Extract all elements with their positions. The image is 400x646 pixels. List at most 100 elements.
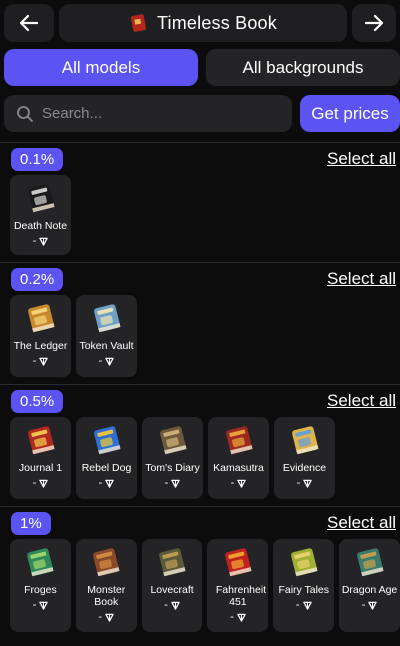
price-value: - (98, 355, 103, 367)
search-input[interactable]: Search... (4, 95, 292, 132)
model-name: Froges (24, 584, 57, 596)
price-value: - (32, 477, 37, 489)
rarity-sections: 0.1% Select all Death Note - 0.2% Select all T… (0, 142, 400, 639)
model-card[interactable]: Rebel Dog - (76, 417, 137, 499)
select-all-link[interactable]: Select all (327, 269, 396, 289)
price-value: - (32, 235, 37, 247)
collection-title-box: Timeless Book (59, 4, 347, 42)
model-price: - (296, 599, 312, 611)
book-model-icon (290, 548, 318, 577)
model-name: Tom's Diary (145, 462, 200, 474)
price-value: - (164, 477, 169, 489)
ton-currency-icon (302, 601, 312, 610)
back-button[interactable] (4, 4, 54, 42)
ton-currency-icon (39, 479, 49, 488)
top-bar: Timeless Book (4, 4, 396, 42)
book-model-icon (356, 548, 384, 577)
model-card[interactable]: Tom's Diary - (142, 417, 203, 499)
model-price: - (33, 477, 49, 489)
ton-currency-icon (171, 601, 180, 610)
arrow-right-icon (364, 14, 384, 32)
model-card[interactable]: Froges - (10, 539, 71, 632)
model-card[interactable]: Fahrenheit 451 - (207, 539, 269, 632)
model-price: - (33, 355, 49, 367)
select-all-link[interactable]: Select all (327, 391, 396, 411)
ton-currency-icon (105, 357, 115, 366)
page-title: Timeless Book (157, 12, 277, 33)
rarity-section: 0.5% Select all Journal 1- Rebel Dog - Tom's … (0, 384, 400, 506)
section-header: 0.5% Select all (0, 385, 400, 417)
model-card[interactable]: The Ledger - (10, 295, 71, 377)
ton-currency-icon (237, 613, 246, 622)
price-value: - (32, 355, 37, 367)
ton-currency-icon (303, 479, 313, 488)
book-model-icon (27, 548, 54, 577)
model-price: - (99, 355, 115, 367)
model-card[interactable]: Dragon Age - (339, 539, 400, 632)
rarity-badge: 0.2% (11, 268, 64, 291)
book-model-icon (93, 304, 121, 333)
search-row: Search... Get prices (4, 95, 400, 132)
tab-all-backgrounds[interactable]: All backgrounds (206, 49, 400, 86)
model-name: Fahrenheit 451 (215, 584, 267, 608)
book-model-icon (224, 548, 252, 577)
tab-all-models[interactable]: All models (4, 49, 198, 86)
select-all-link[interactable]: Select all (327, 149, 396, 169)
model-name: Death Note (13, 220, 68, 232)
rarity-badge: 1% (11, 512, 51, 535)
model-price: - (99, 477, 115, 489)
rarity-badge: 0.1% (11, 148, 64, 171)
ton-currency-icon (368, 601, 378, 610)
search-icon (17, 105, 33, 122)
book-icon (131, 14, 146, 32)
model-card-row: The Ledger - Token Vault - (0, 295, 400, 377)
model-name: Rebel Dog (81, 462, 132, 474)
section-header: 0.1% Select all (0, 143, 400, 175)
model-price: - (98, 611, 114, 623)
model-name: Journal 1 (18, 462, 63, 474)
forward-button[interactable] (352, 4, 396, 42)
model-card[interactable]: Fairy Tales - (273, 539, 335, 632)
price-value: - (98, 611, 103, 623)
model-price: - (33, 235, 49, 247)
book-model-icon (27, 184, 55, 213)
model-price: - (231, 477, 247, 489)
model-price: - (165, 477, 181, 489)
model-card[interactable]: Token Vault - (76, 295, 137, 377)
model-card-row: Froges - Monster Book - Lovecraft - Fahrenheit… (0, 539, 400, 632)
book-model-icon (291, 426, 319, 455)
book-model-icon (159, 426, 187, 455)
model-card[interactable]: Journal 1 - (10, 417, 71, 499)
book-model-icon (93, 548, 120, 577)
rarity-section: 1% Select all Froges - Monster Book - Lovecraf… (0, 506, 400, 639)
model-name: Evidence (282, 462, 327, 474)
book-model-icon (27, 426, 55, 455)
model-card[interactable]: Monster Book - (75, 539, 137, 632)
model-name: The Ledger (13, 340, 68, 352)
arrow-left-icon (19, 14, 39, 32)
ton-currency-icon (105, 479, 115, 488)
price-value: - (164, 599, 168, 611)
price-value: - (361, 599, 366, 611)
get-prices-button[interactable]: Get prices (300, 95, 400, 132)
model-price: - (33, 599, 49, 611)
ton-currency-icon (237, 479, 247, 488)
model-price: - (362, 599, 378, 611)
section-header: 1% Select all (0, 507, 400, 539)
price-value: - (296, 477, 301, 489)
book-model-icon (93, 426, 121, 455)
select-all-link[interactable]: Select all (327, 513, 396, 533)
book-model-icon (27, 304, 55, 333)
model-name: Kamasutra (213, 462, 264, 474)
model-card-row: Death Note - (0, 175, 400, 255)
price-value: - (295, 599, 300, 611)
ton-currency-icon (39, 357, 49, 366)
model-price: - (164, 599, 180, 611)
price-value: - (32, 599, 37, 611)
book-model-icon (225, 426, 253, 455)
model-card[interactable]: Lovecraft - (141, 539, 203, 632)
model-card[interactable]: Death Note - (10, 175, 71, 255)
model-card[interactable]: Evidence - (274, 417, 335, 499)
model-card-row: Journal 1- Rebel Dog - Tom's Diary - Kamasutr… (0, 417, 400, 499)
model-card[interactable]: Kamasutra - (208, 417, 269, 499)
